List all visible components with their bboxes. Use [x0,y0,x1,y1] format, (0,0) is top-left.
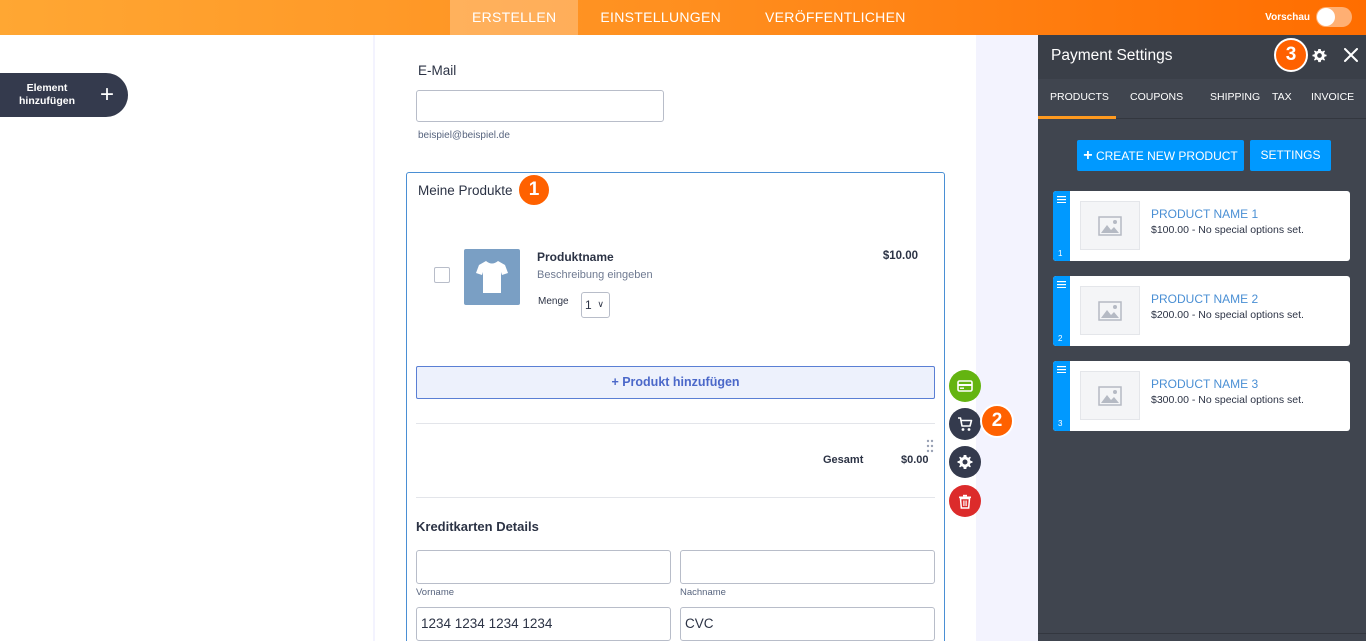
add-element-button[interactable]: Element hinzufügen + [0,73,128,117]
quantity-label: Menge [538,296,569,307]
payment-card-button[interactable] [949,370,981,402]
first-name-field[interactable] [416,550,671,584]
product-card-name: PRODUCT NAME 3 [1151,377,1259,391]
tshirt-icon [476,261,508,293]
product-image-placeholder [1080,286,1140,335]
product-index: 1 [1058,249,1063,258]
preview-label: Vorschau [1265,11,1310,23]
settings-button[interactable]: SETTINGS [1250,140,1331,171]
last-name-sublabel: Nachname [680,587,726,598]
delete-field-button[interactable] [949,485,981,517]
tab-einstellungen[interactable]: EINSTELLUNGEN [578,0,743,35]
panel-footer [1038,633,1366,641]
drag-handle[interactable]: 1 [1053,191,1070,261]
close-icon[interactable] [1344,48,1358,62]
create-new-product-label: CREATE NEW PRODUCT [1095,149,1238,163]
gear-icon[interactable] [1312,48,1327,63]
add-product-button[interactable]: + Produkt hinzufügen [416,366,935,399]
email-label: E-Mail [418,63,457,78]
product-index: 3 [1058,419,1063,428]
image-placeholder-icon [1098,215,1122,236]
product-card-name: PRODUCT NAME 2 [1151,292,1259,306]
preview-control: Vorschau [1265,7,1352,27]
image-placeholder-icon [1098,385,1122,406]
top-navigation-bar: ERSTELLEN EINSTELLUNGEN VERÖFFENTLICHEN … [0,0,1366,35]
toggle-knob [1317,8,1335,26]
tab-invoice[interactable]: INVOICE [1311,91,1354,103]
drag-handle[interactable]: 3 [1053,361,1070,431]
email-sublabel: beispiel@beispiel.de [418,130,510,141]
product-image [464,249,520,305]
payment-settings-panel: Payment Settings 3 PRODUCTS COUPONS SHIP… [1038,35,1366,641]
tab-tax[interactable]: TAX [1272,91,1292,103]
menu-lines-icon [1057,366,1066,373]
product-list-widget[interactable]: Meine Produkte 1 Produktname Beschreibun… [406,172,945,641]
plus-icon: + [100,81,115,108]
tab-products[interactable]: PRODUCTS [1050,91,1109,103]
drag-handle[interactable]: 2 [1053,276,1070,346]
cvc-field[interactable]: CVC [680,607,935,641]
product-description: Beschreibung eingeben [537,269,653,281]
active-tab-indicator [1038,116,1116,119]
quantity-select[interactable]: 1 ∨ [581,292,610,318]
product-card[interactable]: 3 PRODUCT NAME 3 $300.00 - No special op… [1053,361,1350,431]
tab-coupons[interactable]: COUPONS [1130,91,1183,103]
divider [416,423,935,424]
product-card[interactable]: 2 PRODUCT NAME 2 $200.00 - No special op… [1053,276,1350,346]
tab-veroeffentlichen[interactable]: VERÖFFENTLICHEN [743,0,928,35]
gear-icon [957,455,973,469]
step-marker-3: 3 [1274,38,1308,72]
panel-header: Payment Settings 3 [1038,35,1366,79]
menu-lines-icon [1057,196,1066,203]
product-price: $10.00 [882,250,918,262]
total-label: Gesamt [823,454,864,466]
add-element-label: Element hinzufügen [19,82,75,107]
product-image-placeholder [1080,201,1140,250]
cart-icon [958,416,973,431]
product-card-name: PRODUCT NAME 1 [1151,207,1259,221]
last-name-field[interactable] [680,550,935,584]
product-image-placeholder [1080,371,1140,420]
menu-lines-icon [1057,281,1066,288]
panel-title: Payment Settings [1051,47,1173,64]
chevron-down-icon: ∨ [597,299,604,309]
left-canvas-area [0,35,373,641]
product-name: Produktname [537,250,614,264]
trash-icon [959,494,971,509]
create-new-product-button[interactable]: + CREATE NEW PRODUCT [1077,140,1244,171]
quantity-value: 1 [585,298,592,312]
credit-card-title: Kreditkarten Details [416,519,539,534]
card-number-field[interactable]: 1234 1234 1234 1234 [416,607,671,641]
step-marker-2: 2 [980,404,1014,438]
tab-shipping[interactable]: SHIPPING [1210,91,1260,103]
step-marker-1: 1 [517,173,551,207]
first-name-sublabel: Vorname [416,587,455,598]
builder-tabs: ERSTELLEN EINSTELLUNGEN VERÖFFENTLICHEN [450,0,928,35]
panel-tabs: PRODUCTS COUPONS SHIPPING TAX INVOICE [1038,79,1366,119]
product-index: 2 [1058,334,1063,343]
product-card-details: $200.00 - No special options set. [1151,309,1304,321]
payment-card-icon [957,380,973,392]
divider [416,497,935,498]
field-settings-button[interactable] [949,446,981,478]
product-card-details: $300.00 - No special options set. [1151,394,1304,406]
product-card[interactable]: 1 PRODUCT NAME 1 $100.00 - No special op… [1053,191,1350,261]
form-canvas: E-Mail beispiel@beispiel.de Meine Produk… [375,35,976,641]
image-placeholder-icon [1098,300,1122,321]
product-checkbox[interactable] [434,267,450,283]
drag-handle-icon[interactable] [926,439,934,453]
preview-toggle[interactable] [1316,7,1352,27]
payment-properties-button[interactable] [949,408,981,440]
product-list-title: Meine Produkte [418,183,513,198]
plus-icon: + [1083,147,1093,164]
tab-erstellen[interactable]: ERSTELLEN [450,0,579,35]
email-input[interactable] [416,90,664,122]
product-card-details: $100.00 - No special options set. [1151,224,1304,236]
total-value: $0.00 [901,454,929,466]
